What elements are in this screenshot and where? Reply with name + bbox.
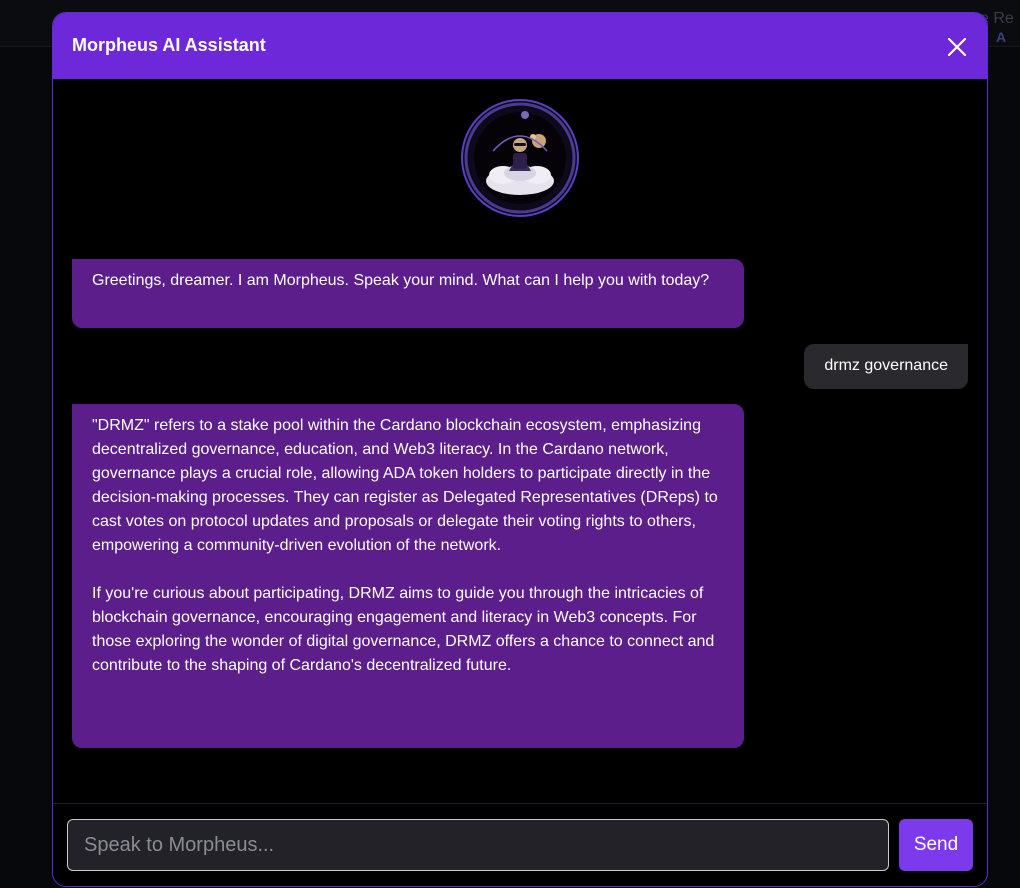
morpheus-avatar-icon — [464, 102, 576, 214]
send-button[interactable]: Send — [899, 819, 973, 871]
user-message: drmz governance — [804, 344, 968, 389]
modal-header: Morpheus AI Assistant — [53, 13, 987, 79]
modal-title: Morpheus AI Assistant — [72, 35, 266, 55]
composer-divider — [53, 803, 987, 804]
chat-modal: Morpheus AI Assistant Greetings, dreamer… — [52, 12, 988, 887]
assistant-message: Greetings, dreamer. I am Morpheus. Speak… — [72, 259, 744, 328]
assistant-message: "DRMZ" refers to a stake pool within the… — [72, 404, 744, 748]
close-button[interactable] — [945, 35, 969, 59]
morpheus-avatar — [461, 99, 579, 217]
close-icon — [947, 37, 967, 57]
message-input[interactable] — [67, 819, 889, 871]
